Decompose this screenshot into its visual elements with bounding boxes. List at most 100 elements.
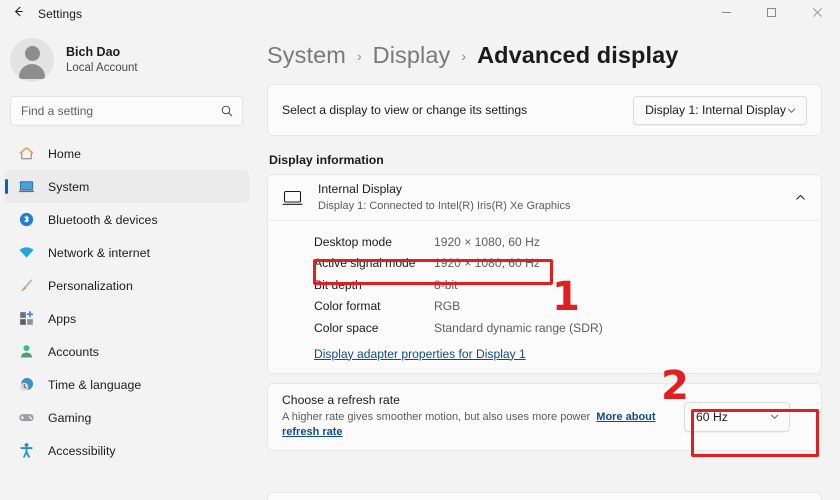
sidebar-item-label: Network & internet bbox=[48, 246, 150, 260]
info-key: Color space bbox=[314, 321, 434, 335]
sidebar-item-label: Time & language bbox=[48, 378, 141, 392]
avatar-head bbox=[25, 46, 40, 61]
info-value: Standard dynamic range (SDR) bbox=[434, 321, 603, 335]
info-key: Desktop mode bbox=[314, 235, 434, 249]
display-information-card: Internal Display Display 1: Connected to… bbox=[267, 174, 822, 374]
sidebar-item-time-language[interactable]: Time & language bbox=[4, 368, 249, 401]
home-icon bbox=[18, 145, 35, 162]
refresh-rate-description: A higher rate gives smoother motion, but… bbox=[282, 410, 674, 442]
refresh-rate-text: Choose a refresh rate A higher rate give… bbox=[282, 393, 674, 442]
info-key: Active signal mode bbox=[314, 256, 434, 270]
paintbrush-icon bbox=[18, 277, 35, 294]
sidebar-item-accessibility[interactable]: Accessibility bbox=[4, 434, 249, 467]
sidebar-item-label: Accessibility bbox=[48, 444, 116, 458]
internal-display-name: Internal Display bbox=[318, 182, 780, 198]
bluetooth-icon bbox=[18, 211, 35, 228]
info-row-color-format: Color format RGB bbox=[314, 296, 807, 318]
chevron-up-icon[interactable] bbox=[794, 191, 807, 204]
info-value: 1920 × 1080, 60 Hz bbox=[434, 235, 540, 249]
info-row-color-space: Color space Standard dynamic range (SDR) bbox=[314, 317, 807, 339]
display-info-rows: Desktop mode 1920 × 1080, 60 Hz Active s… bbox=[268, 221, 821, 373]
sidebar-item-home[interactable]: Home bbox=[4, 137, 249, 170]
internal-display-subtitle: Display 1: Connected to Intel(R) Iris(R)… bbox=[318, 199, 780, 213]
minimize-button[interactable] bbox=[704, 0, 749, 28]
display-adapter-properties-link[interactable]: Display adapter properties for Display 1 bbox=[314, 347, 526, 361]
settings-window: Settings bbox=[0, 0, 840, 500]
sidebar-item-apps[interactable]: Apps bbox=[4, 302, 249, 335]
minimize-icon bbox=[721, 5, 732, 23]
sidebar: Bich Dao Local Account Home bbox=[0, 28, 255, 500]
info-value: 8-bit bbox=[434, 278, 458, 292]
sidebar-item-network-internet[interactable]: Network & internet bbox=[4, 236, 249, 269]
display-information-title: Display information bbox=[269, 153, 822, 167]
arrow-left-icon bbox=[11, 4, 26, 24]
sidebar-item-label: System bbox=[48, 180, 89, 194]
info-key: Bit depth bbox=[314, 278, 434, 292]
main-content: System › Display › Advanced display Sele… bbox=[255, 28, 840, 500]
sidebar-item-personalization[interactable]: Personalization bbox=[4, 269, 249, 302]
avatar bbox=[10, 38, 54, 82]
gamepad-icon bbox=[18, 409, 35, 426]
breadcrumb-system[interactable]: System bbox=[267, 42, 346, 69]
account-name: Bich Dao bbox=[66, 45, 138, 61]
clock-globe-icon bbox=[18, 376, 35, 393]
info-value: 1920 × 1080, 60 Hz bbox=[434, 256, 540, 270]
apps-icon bbox=[18, 310, 35, 327]
page-title: Advanced display bbox=[477, 42, 678, 69]
sidebar-item-gaming[interactable]: Gaming bbox=[4, 401, 249, 434]
select-display-label: Select a display to view or change its s… bbox=[282, 103, 527, 117]
refresh-rate-dropdown[interactable]: 60 Hz bbox=[684, 402, 790, 432]
account-tile[interactable]: Bich Dao Local Account bbox=[0, 32, 255, 88]
refresh-rate-value: 60 Hz bbox=[696, 410, 728, 424]
chevron-down-icon bbox=[769, 411, 780, 422]
accessibility-icon bbox=[18, 442, 35, 459]
search-icon bbox=[220, 104, 234, 118]
title-bar: Settings bbox=[0, 0, 840, 28]
sidebar-item-label: Personalization bbox=[48, 279, 133, 293]
sidebar-item-system[interactable]: System bbox=[4, 170, 249, 203]
window-controls bbox=[704, 0, 840, 28]
accounts-icon bbox=[18, 343, 35, 360]
close-button[interactable] bbox=[794, 0, 840, 28]
avatar-body bbox=[19, 64, 45, 79]
breadcrumb-display[interactable]: Display bbox=[373, 42, 451, 69]
internal-display-header[interactable]: Internal Display Display 1: Connected to… bbox=[268, 175, 821, 221]
breadcrumb: System › Display › Advanced display bbox=[267, 28, 822, 69]
internal-display-text: Internal Display Display 1: Connected to… bbox=[318, 182, 780, 213]
info-row-desktop-mode: Desktop mode 1920 × 1080, 60 Hz bbox=[314, 231, 807, 253]
refresh-rate-card: Choose a refresh rate A higher rate give… bbox=[267, 383, 822, 452]
system-icon bbox=[18, 178, 35, 195]
info-row-bit-depth: Bit depth 8-bit bbox=[314, 274, 807, 296]
account-subtitle: Local Account bbox=[66, 61, 138, 75]
next-setting-card-partial bbox=[267, 492, 822, 500]
back-button[interactable] bbox=[0, 0, 36, 28]
sidebar-item-bluetooth-devices[interactable]: Bluetooth & devices bbox=[4, 203, 249, 236]
search-box[interactable] bbox=[10, 96, 243, 126]
select-display-card: Select a display to view or change its s… bbox=[267, 84, 822, 136]
sidebar-item-label: Gaming bbox=[48, 411, 91, 425]
wifi-icon bbox=[18, 244, 35, 261]
sidebar-item-accounts[interactable]: Accounts bbox=[4, 335, 249, 368]
sidebar-item-label: Home bbox=[48, 147, 81, 161]
monitor-icon bbox=[282, 189, 304, 207]
sidebar-item-label: Accounts bbox=[48, 345, 99, 359]
sidebar-item-label: Bluetooth & devices bbox=[48, 213, 158, 227]
display-select-value: Display 1: Internal Display bbox=[645, 103, 786, 117]
refresh-rate-title: Choose a refresh rate bbox=[282, 393, 674, 407]
window-title: Settings bbox=[38, 7, 82, 21]
display-select-dropdown[interactable]: Display 1: Internal Display bbox=[633, 96, 807, 125]
refresh-rate-desc-text: A higher rate gives smoother motion, but… bbox=[282, 411, 590, 423]
sidebar-item-label: Apps bbox=[48, 312, 76, 326]
sidebar-nav: Home System Bluetooth & devices bbox=[0, 137, 255, 467]
account-text: Bich Dao Local Account bbox=[66, 45, 138, 76]
maximize-icon bbox=[766, 5, 777, 23]
window-body: Bich Dao Local Account Home bbox=[0, 28, 840, 500]
maximize-button[interactable] bbox=[749, 0, 794, 28]
search-input[interactable] bbox=[21, 104, 220, 118]
chevron-right-icon: › bbox=[357, 48, 362, 64]
close-icon bbox=[812, 5, 823, 23]
chevron-down-icon bbox=[786, 105, 797, 116]
chevron-right-icon: › bbox=[461, 48, 466, 64]
info-key: Color format bbox=[314, 299, 434, 313]
info-row-active-signal-mode: Active signal mode 1920 × 1080, 60 Hz bbox=[314, 253, 807, 275]
